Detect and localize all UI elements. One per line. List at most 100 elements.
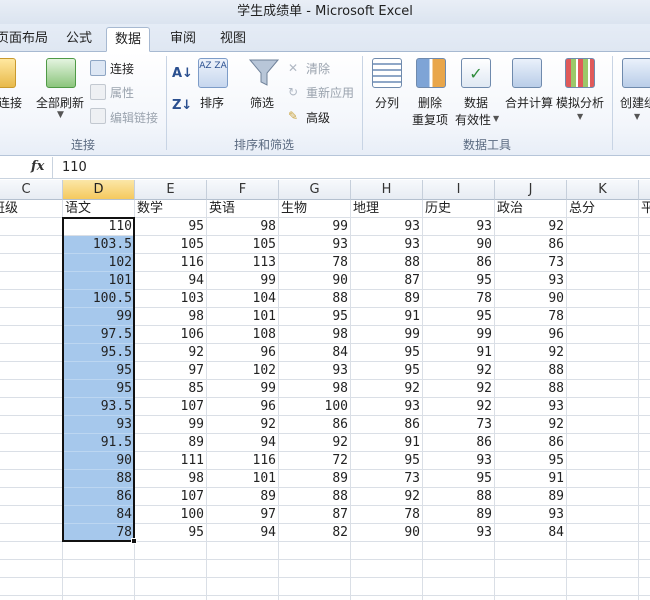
table-cell[interactable] bbox=[567, 272, 639, 290]
header-cell[interactable]: 政治 bbox=[495, 200, 567, 218]
table-cell[interactable] bbox=[567, 578, 639, 596]
table-cell[interactable] bbox=[639, 290, 650, 308]
table-cell[interactable]: 101 bbox=[63, 272, 135, 290]
table-cell[interactable]: 90 bbox=[279, 272, 351, 290]
table-cell[interactable] bbox=[351, 560, 423, 578]
table-cell[interactable]: 73 bbox=[423, 416, 495, 434]
refresh-dropdown-icon[interactable]: ▼ bbox=[57, 110, 64, 120]
table-cell[interactable] bbox=[567, 344, 639, 362]
table-cell[interactable] bbox=[639, 416, 650, 434]
table-cell[interactable]: 92 bbox=[351, 488, 423, 506]
table-cell[interactable]: 100.5 bbox=[63, 290, 135, 308]
header-cell[interactable]: 总分 bbox=[567, 200, 639, 218]
table-cell[interactable]: 89 bbox=[279, 470, 351, 488]
table-cell[interactable] bbox=[567, 398, 639, 416]
tab-page-layout[interactable]: 页面布局 bbox=[0, 27, 56, 52]
column-header-f[interactable]: F bbox=[207, 180, 279, 200]
table-cell[interactable]: 89 bbox=[423, 506, 495, 524]
table-cell[interactable]: 92 bbox=[495, 416, 567, 434]
table-cell[interactable] bbox=[639, 272, 650, 290]
table-cell[interactable]: 86 bbox=[279, 416, 351, 434]
column-header-c[interactable]: C bbox=[0, 180, 63, 200]
table-cell[interactable] bbox=[639, 596, 650, 600]
table-cell[interactable] bbox=[207, 560, 279, 578]
reapply-button[interactable]: 重新应用 bbox=[306, 84, 354, 101]
table-cell[interactable]: 93 bbox=[495, 398, 567, 416]
table-cell[interactable] bbox=[423, 596, 495, 600]
table-cell[interactable]: 84 bbox=[63, 506, 135, 524]
table-cell[interactable]: 100 bbox=[279, 398, 351, 416]
table-cell[interactable] bbox=[0, 362, 63, 380]
table-cell[interactable]: 102 bbox=[207, 362, 279, 380]
table-cell[interactable]: 93 bbox=[423, 524, 495, 542]
table-cell[interactable]: 88 bbox=[495, 380, 567, 398]
header-cell[interactable]: 地理 bbox=[351, 200, 423, 218]
filter-button[interactable]: 筛选 bbox=[250, 94, 274, 111]
table-cell[interactable]: 95 bbox=[351, 362, 423, 380]
header-cell[interactable]: 平 bbox=[639, 200, 650, 218]
table-cell[interactable]: 89 bbox=[135, 434, 207, 452]
table-cell[interactable]: 113 bbox=[207, 254, 279, 272]
table-cell[interactable] bbox=[135, 596, 207, 600]
table-cell[interactable] bbox=[0, 344, 63, 362]
fx-icon[interactable]: fx bbox=[31, 159, 44, 174]
table-cell[interactable] bbox=[0, 326, 63, 344]
table-cell[interactable]: 92 bbox=[351, 380, 423, 398]
table-cell[interactable]: 86 bbox=[351, 416, 423, 434]
remove-duplicates-button[interactable]: 删除 bbox=[418, 94, 442, 111]
tab-formulas[interactable]: 公式 bbox=[58, 27, 100, 52]
table-cell[interactable] bbox=[567, 380, 639, 398]
table-cell[interactable]: 94 bbox=[207, 524, 279, 542]
table-cell[interactable]: 82 bbox=[279, 524, 351, 542]
table-cell[interactable]: 110 bbox=[63, 218, 135, 236]
table-cell[interactable] bbox=[567, 218, 639, 236]
table-cell[interactable]: 94 bbox=[207, 434, 279, 452]
table-cell[interactable] bbox=[0, 398, 63, 416]
table-cell[interactable] bbox=[0, 434, 63, 452]
table-cell[interactable]: 90 bbox=[423, 236, 495, 254]
table-cell[interactable]: 91 bbox=[351, 434, 423, 452]
table-cell[interactable]: 90 bbox=[351, 524, 423, 542]
table-cell[interactable]: 99 bbox=[351, 326, 423, 344]
table-cell[interactable] bbox=[0, 308, 63, 326]
consolidate-button[interactable]: 合并计算 bbox=[505, 94, 553, 111]
table-cell[interactable] bbox=[567, 434, 639, 452]
table-cell[interactable]: 86 bbox=[423, 434, 495, 452]
table-cell[interactable]: 107 bbox=[135, 488, 207, 506]
table-cell[interactable]: 86 bbox=[63, 488, 135, 506]
table-cell[interactable] bbox=[0, 470, 63, 488]
table-cell[interactable]: 92 bbox=[423, 362, 495, 380]
table-cell[interactable] bbox=[639, 578, 650, 596]
table-cell[interactable]: 86 bbox=[495, 434, 567, 452]
table-cell[interactable]: 99 bbox=[135, 416, 207, 434]
table-cell[interactable] bbox=[567, 236, 639, 254]
table-cell[interactable] bbox=[567, 470, 639, 488]
tab-view[interactable]: 视图 bbox=[212, 27, 254, 52]
table-cell[interactable]: 93 bbox=[351, 398, 423, 416]
table-cell[interactable] bbox=[207, 542, 279, 560]
table-cell[interactable]: 89 bbox=[351, 290, 423, 308]
table-cell[interactable] bbox=[639, 236, 650, 254]
sort-ascending-icon[interactable]: A↓ bbox=[172, 66, 193, 81]
table-cell[interactable] bbox=[567, 308, 639, 326]
table-cell[interactable]: 95 bbox=[279, 308, 351, 326]
table-cell[interactable]: 101 bbox=[207, 308, 279, 326]
create-group-dropdown-icon[interactable]: ▼ bbox=[634, 112, 640, 121]
table-cell[interactable]: 96 bbox=[207, 344, 279, 362]
table-cell[interactable]: 78 bbox=[279, 254, 351, 272]
column-header-e[interactable]: E bbox=[135, 180, 207, 200]
table-cell[interactable]: 88 bbox=[279, 290, 351, 308]
table-cell[interactable]: 106 bbox=[135, 326, 207, 344]
table-cell[interactable]: 93 bbox=[279, 362, 351, 380]
table-cell[interactable]: 98 bbox=[279, 380, 351, 398]
table-cell[interactable]: 98 bbox=[135, 470, 207, 488]
table-cell[interactable]: 105 bbox=[207, 236, 279, 254]
column-header-i[interactable]: I bbox=[423, 180, 495, 200]
table-cell[interactable] bbox=[279, 542, 351, 560]
header-cell[interactable]: 英语 bbox=[207, 200, 279, 218]
table-cell[interactable]: 95 bbox=[63, 362, 135, 380]
table-cell[interactable] bbox=[279, 578, 351, 596]
column-header-g[interactable]: G bbox=[279, 180, 351, 200]
table-cell[interactable] bbox=[639, 218, 650, 236]
fill-handle[interactable] bbox=[131, 538, 137, 544]
